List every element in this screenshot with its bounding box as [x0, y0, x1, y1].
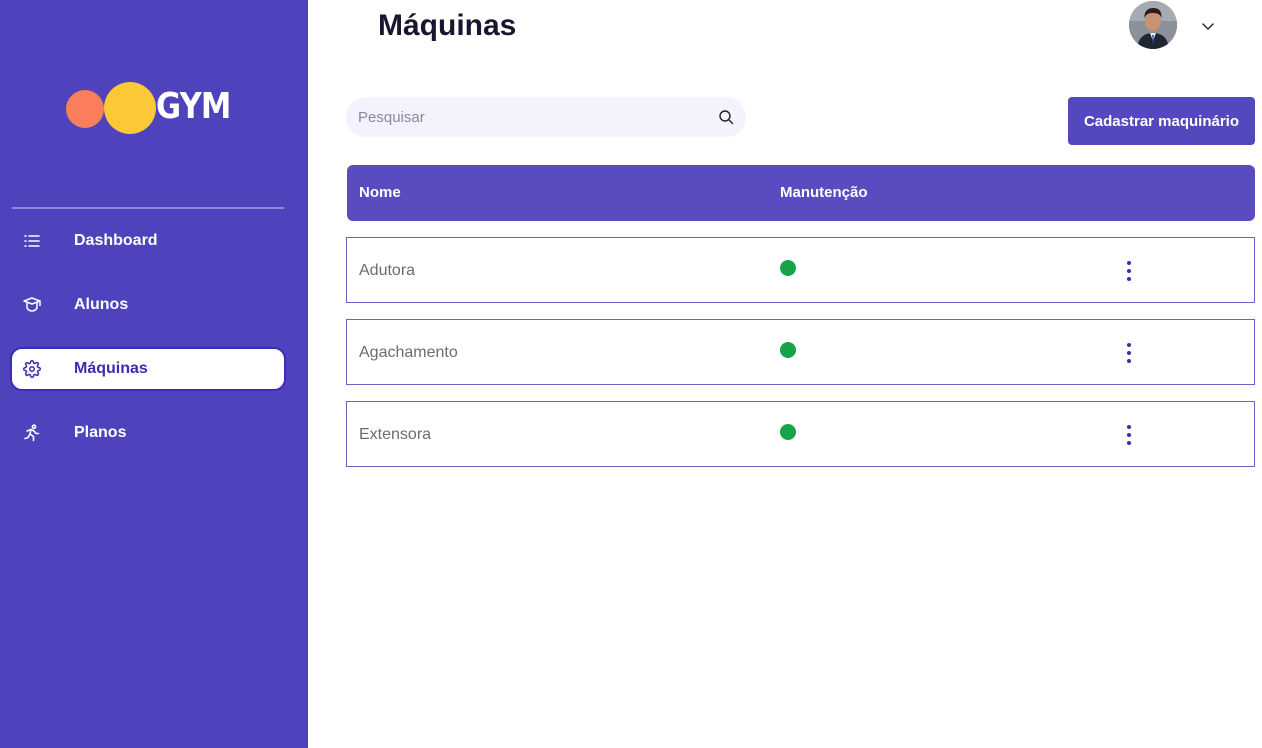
- sidebar: GYM Dashboard Alunos Máquinas Planos: [0, 0, 308, 748]
- machine-name: Adutora: [359, 262, 416, 279]
- logo-circle-yellow: [104, 82, 156, 134]
- add-machine-button[interactable]: Cadastrar maquinário: [1068, 97, 1255, 145]
- maintenance-status-dot: [780, 342, 796, 358]
- logo-text: GYM: [156, 86, 231, 127]
- app-root: GYM Dashboard Alunos Máquinas Planos Máq…: [0, 0, 1262, 748]
- gym-logo[interactable]: GYM: [66, 82, 236, 136]
- sidebar-item-label: Planos: [74, 424, 127, 441]
- table-header: Nome Manutenção: [347, 165, 1255, 221]
- more-vertical-icon[interactable]: [1119, 258, 1139, 284]
- gear-icon: [23, 360, 41, 378]
- page-title: Máquinas: [378, 9, 517, 42]
- sidebar-item-label: Dashboard: [74, 232, 158, 249]
- machine-name: Agachamento: [359, 344, 458, 361]
- column-header-nome: Nome: [359, 184, 401, 201]
- sidebar-item-alunos[interactable]: Alunos: [10, 283, 286, 327]
- search-bar: [346, 97, 746, 137]
- list-icon: [23, 232, 41, 250]
- search-input[interactable]: [346, 97, 706, 137]
- table-row[interactable]: Agachamento: [346, 319, 1255, 385]
- sidebar-item-planos[interactable]: Planos: [10, 411, 286, 455]
- maintenance-status-dot: [780, 424, 796, 440]
- table-row[interactable]: Adutora: [346, 237, 1255, 303]
- more-vertical-icon[interactable]: [1119, 422, 1139, 448]
- running-person-icon: [23, 424, 41, 442]
- chevron-down-icon[interactable]: [1200, 18, 1216, 34]
- user-avatar[interactable]: [1129, 1, 1177, 49]
- sidebar-item-maquinas[interactable]: Máquinas: [10, 347, 286, 391]
- search-icon[interactable]: [718, 109, 734, 125]
- logo-circle-orange: [66, 90, 104, 128]
- sidebar-item-label: Alunos: [74, 296, 129, 313]
- machine-name: Extensora: [359, 426, 432, 443]
- sidebar-divider: [12, 207, 284, 209]
- sidebar-item-label: Máquinas: [74, 360, 148, 377]
- sidebar-item-dashboard[interactable]: Dashboard: [10, 219, 286, 263]
- graduation-cap-icon: [23, 296, 41, 314]
- table-row[interactable]: Extensora: [346, 401, 1255, 467]
- more-vertical-icon[interactable]: [1119, 340, 1139, 366]
- column-header-manutencao: Manutenção: [780, 184, 868, 201]
- maintenance-status-dot: [780, 260, 796, 276]
